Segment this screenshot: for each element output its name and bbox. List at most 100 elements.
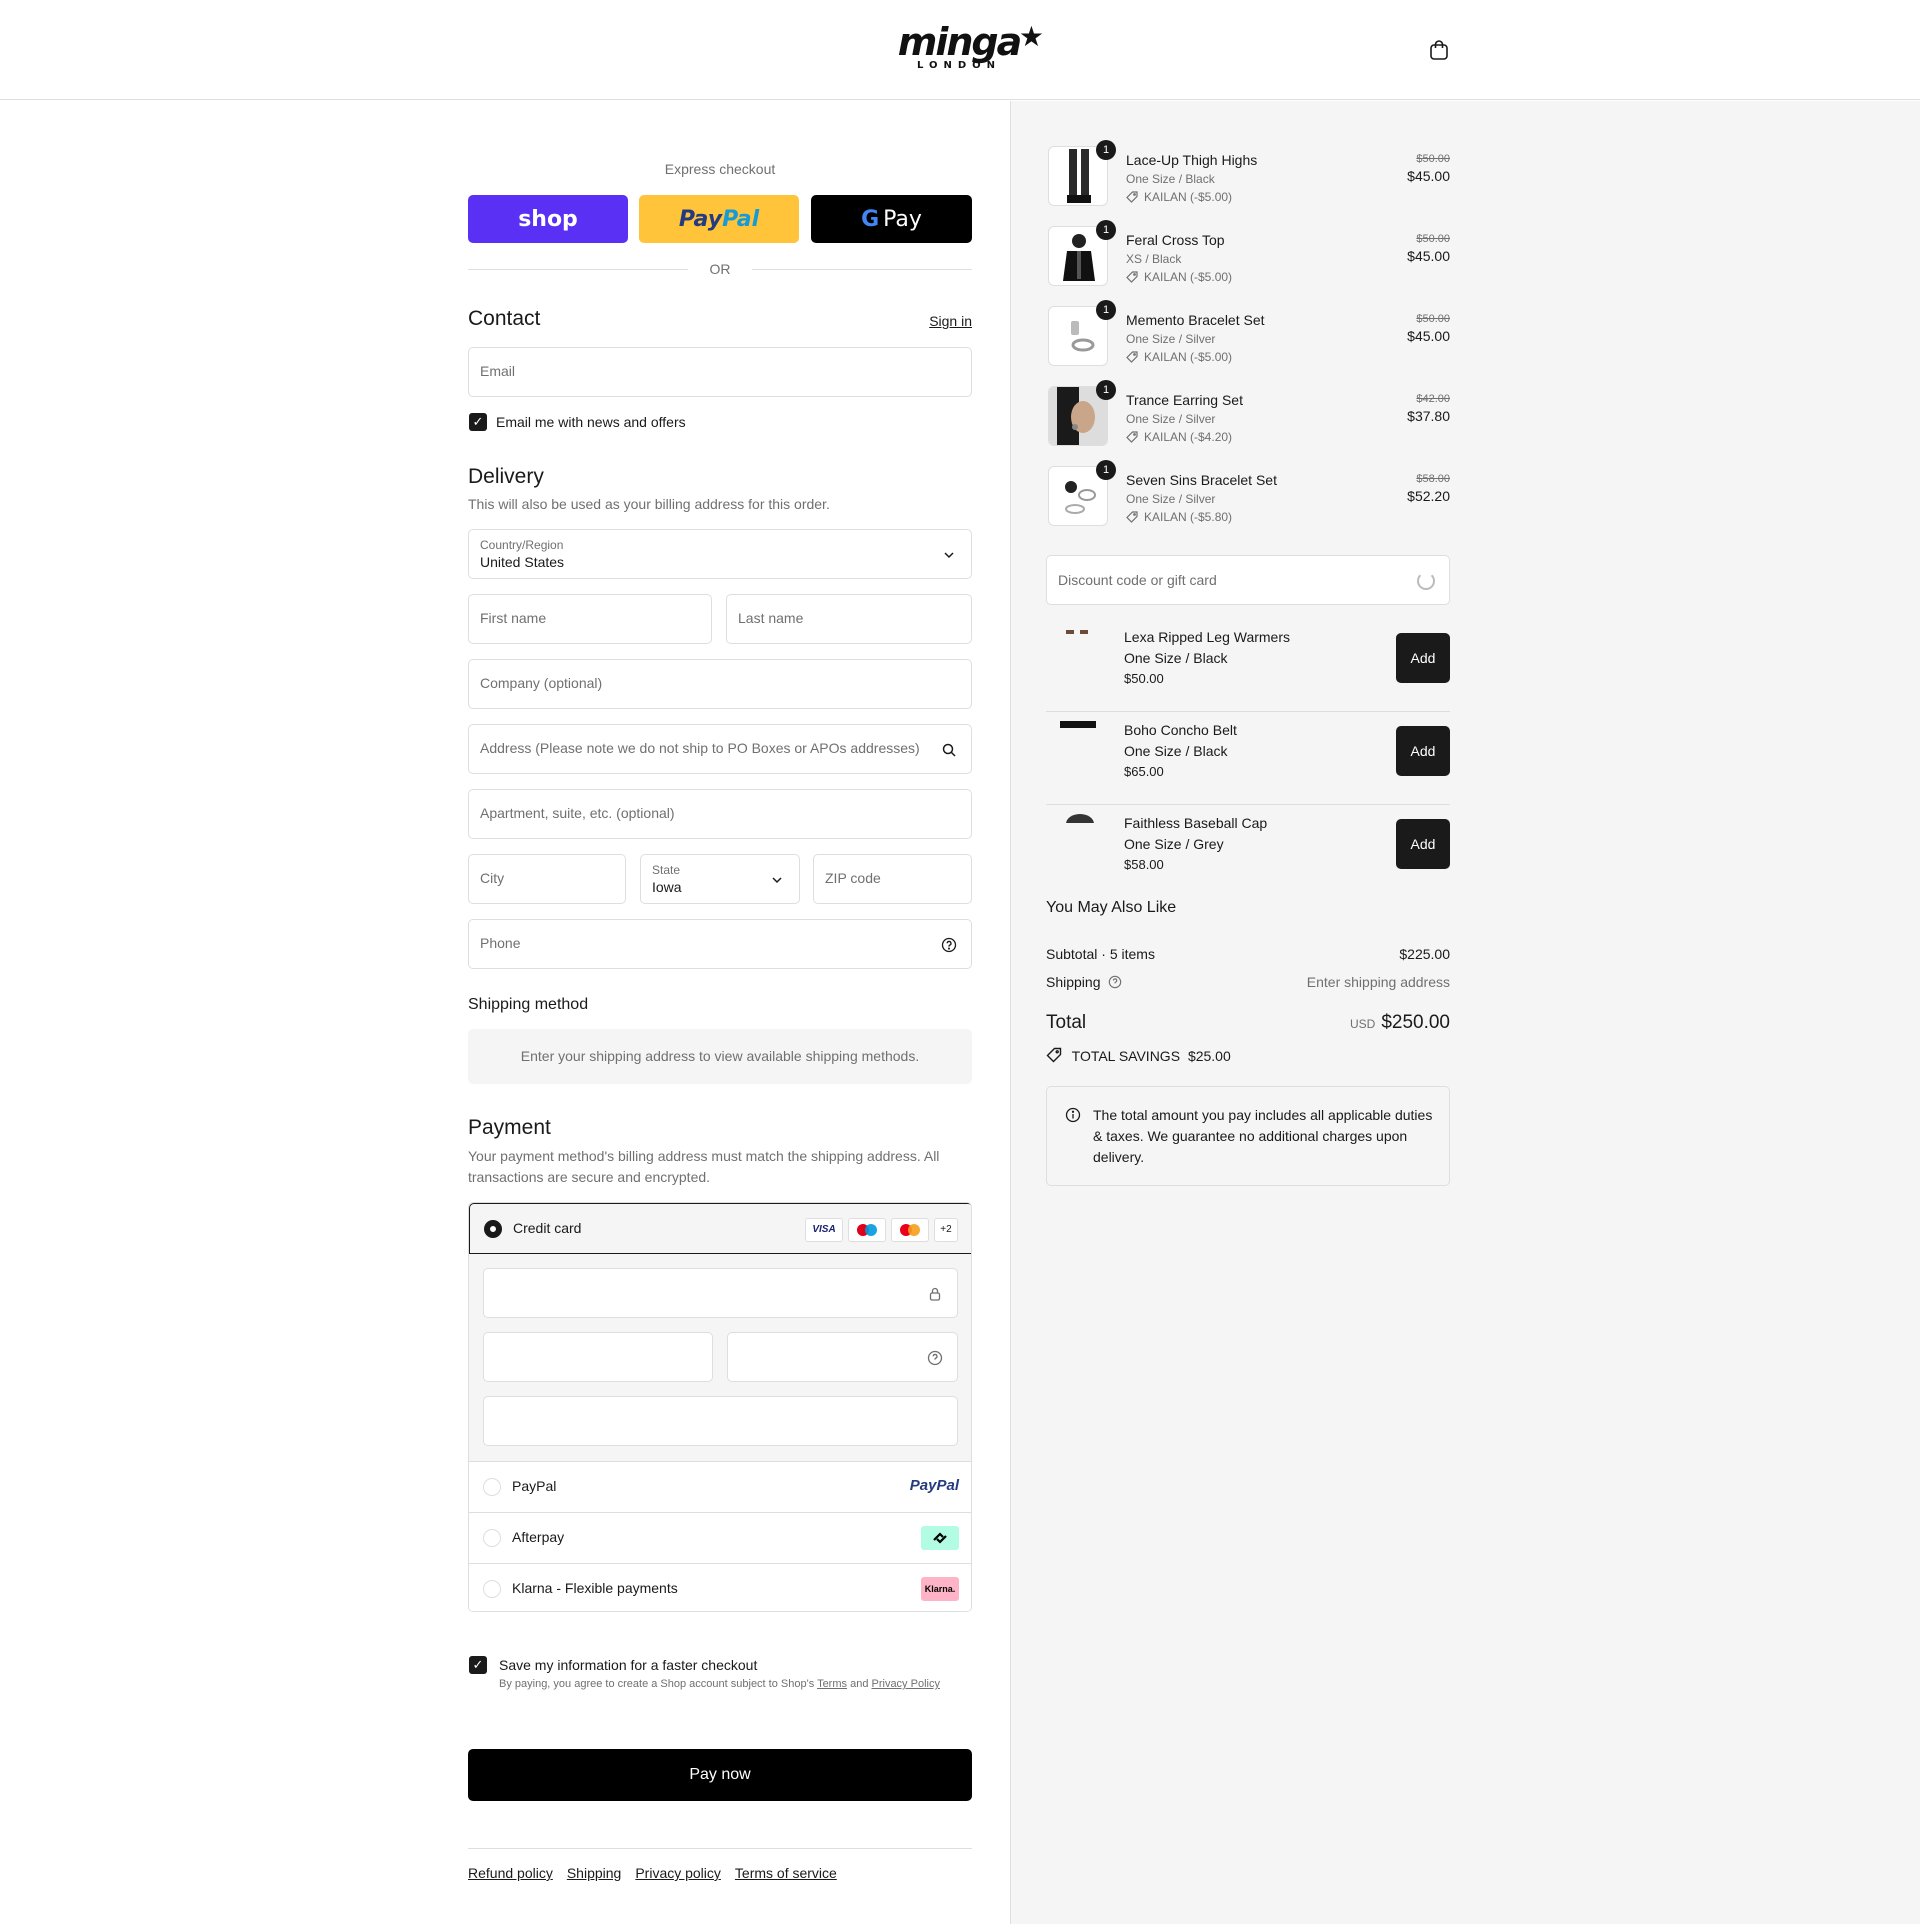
duties-notice-text: The total amount you pay includes all ap… xyxy=(1093,1107,1433,1165)
quantity-badge: 1 xyxy=(1096,380,1116,400)
discount-code: KAILAN (-$4.20) xyxy=(1144,430,1233,444)
upsell-price: $65.00 xyxy=(1124,764,1164,779)
cart-item: 1 Seven Sins Bracelet Set One Size / Sil… xyxy=(1046,460,1450,532)
save-info-checkbox[interactable]: ✓ xyxy=(469,1656,487,1674)
last-name-placeholder: Last name xyxy=(738,610,804,626)
paypal-radio[interactable] xyxy=(483,1478,501,1496)
terms-link[interactable]: Terms xyxy=(817,1678,847,1690)
item-name: Memento Bracelet Set xyxy=(1126,312,1265,328)
paypal-option[interactable]: PayPal PayPal xyxy=(469,1462,971,1513)
company-field[interactable]: Company (optional) xyxy=(468,659,972,709)
contact-heading: Contact xyxy=(468,307,541,330)
upsell-name: Faithless Baseball Cap xyxy=(1124,815,1268,831)
item-discount: KAILAN (-$5.00) xyxy=(1126,350,1232,364)
afterpay-radio[interactable] xyxy=(483,1529,501,1547)
credit-card-form xyxy=(469,1254,971,1462)
sign-in-link[interactable]: Sign in xyxy=(929,313,972,329)
terms-of-service-link[interactable]: Terms of service xyxy=(735,1865,837,1881)
item-price: $45.00 xyxy=(1407,248,1450,264)
footer-links: Refund policy Shipping Privacy policy Terms… xyxy=(468,1865,851,1881)
you-may-also-like-heading: You May Also Like xyxy=(1046,899,1177,916)
zip-field[interactable]: ZIP code xyxy=(813,854,972,904)
newsletter-checkbox[interactable]: ✓ xyxy=(469,413,487,431)
item-price: $37.80 xyxy=(1407,408,1450,424)
help-circle-icon[interactable] xyxy=(1108,975,1122,989)
pay-now-button[interactable]: Pay now xyxy=(468,1749,972,1801)
country-select[interactable]: Country/Region United States xyxy=(468,529,972,579)
upsell-item: Faithless Baseball Cap One Size / Grey $… xyxy=(1046,805,1450,898)
shopping-bag-icon[interactable] xyxy=(1427,38,1451,62)
first-name-field[interactable]: First name xyxy=(468,594,712,644)
item-price: $45.00 xyxy=(1407,168,1450,184)
delivery-heading: Delivery xyxy=(468,465,544,488)
klarna-option[interactable]: Klarna - Flexible payments Klarna. xyxy=(469,1564,971,1611)
upsell-price: $58.00 xyxy=(1124,857,1164,872)
mastercard-icon xyxy=(891,1218,929,1242)
upsell-thumbnail xyxy=(1054,625,1102,637)
upsell-name: Boho Concho Belt xyxy=(1124,722,1237,738)
refund-policy-link[interactable]: Refund policy xyxy=(468,1865,553,1881)
email-placeholder: Email xyxy=(480,363,516,379)
tag-icon xyxy=(1126,431,1138,443)
maestro-icon xyxy=(848,1218,886,1242)
discount-placeholder: Discount code or gift card xyxy=(1058,572,1217,588)
total-currency: USD xyxy=(1349,1017,1376,1031)
klarna-label: Klarna - Flexible payments xyxy=(512,1580,678,1596)
upsell-item: Boho Concho Belt One Size / Black $65.00… xyxy=(1046,712,1450,805)
original-price: $42.00 xyxy=(1416,393,1450,405)
upsell-price: $50.00 xyxy=(1124,671,1164,686)
name-on-card-field[interactable] xyxy=(483,1396,958,1446)
add-upsell-button[interactable]: Add xyxy=(1396,819,1450,869)
footer-divider xyxy=(468,1848,972,1849)
item-discount: KAILAN (-$4.20) xyxy=(1126,430,1232,444)
state-select[interactable]: State Iowa xyxy=(640,854,800,904)
add-upsell-button[interactable]: Add xyxy=(1396,633,1450,683)
apartment-field[interactable]: Apartment, suite, etc. (optional) xyxy=(468,789,972,839)
payment-subtitle-line2: transactions are secure and encrypted. xyxy=(468,1169,711,1185)
discount-code-field[interactable]: Discount code or gift card xyxy=(1046,555,1450,605)
afterpay-label: Afterpay xyxy=(512,1529,565,1545)
add-upsell-button[interactable]: Add xyxy=(1396,726,1450,776)
discount-code: KAILAN (-$5.00) xyxy=(1144,350,1233,364)
upsell-variant: One Size / Black xyxy=(1124,650,1228,666)
paypal-express-button[interactable]: Pay Pal xyxy=(639,195,799,243)
visa-icon: VISA xyxy=(805,1218,843,1242)
credit-card-option[interactable]: Credit card VISA +2 xyxy=(469,1203,971,1254)
afterpay-option[interactable]: Afterpay xyxy=(469,1513,971,1564)
privacy-policy-link[interactable]: Privacy Policy xyxy=(872,1678,940,1690)
city-placeholder: City xyxy=(480,870,505,886)
google-pay-button[interactable]: G Pay xyxy=(811,195,972,243)
email-field[interactable]: Email xyxy=(468,347,972,397)
quantity-badge: 1 xyxy=(1096,220,1116,240)
city-field[interactable]: City xyxy=(468,854,626,904)
help-circle-icon[interactable] xyxy=(927,1350,943,1366)
state-label: State xyxy=(652,863,681,877)
tag-icon xyxy=(1126,271,1138,283)
shipping-label: Shipping xyxy=(1046,974,1101,990)
credit-card-radio[interactable] xyxy=(484,1220,502,1238)
address-field[interactable]: Address (Please note we do not ship to P… xyxy=(468,724,972,774)
cart-item: 1 Trance Earring Set One Size / Silver K… xyxy=(1046,380,1450,452)
duties-notice: The total amount you pay includes all ap… xyxy=(1046,1086,1450,1186)
last-name-field[interactable]: Last name xyxy=(726,594,972,644)
address-placeholder: Address (Please note we do not ship to P… xyxy=(480,740,920,756)
item-name: Seven Sins Bracelet Set xyxy=(1126,472,1277,488)
privacy-policy-footer-link[interactable]: Privacy policy xyxy=(635,1865,721,1881)
subtotal-row: Subtotal · 5 items $225.00 xyxy=(1046,946,1450,962)
card-number-field[interactable] xyxy=(483,1268,958,1318)
upsell-variant: One Size / Grey xyxy=(1124,836,1224,852)
card-expiry-field[interactable] xyxy=(483,1332,713,1382)
paypal-label-pay: Pay xyxy=(678,206,723,232)
card-cvv-field[interactable] xyxy=(727,1332,958,1382)
paypal-label-pal: Pal xyxy=(722,206,760,232)
phone-field[interactable]: Phone xyxy=(468,919,972,969)
shop-pay-button[interactable]: shop xyxy=(468,195,628,243)
item-name: Feral Cross Top xyxy=(1126,232,1225,248)
discount-code: KAILAN (-$5.00) xyxy=(1144,270,1233,284)
klarna-radio[interactable] xyxy=(483,1580,501,1598)
company-placeholder: Company (optional) xyxy=(480,675,603,691)
brand-logo[interactable]: minga LONDON ★ xyxy=(874,21,1044,78)
help-circle-icon[interactable] xyxy=(941,937,957,953)
shipping-policy-link[interactable]: Shipping xyxy=(567,1865,622,1881)
savings-label: TOTAL SAVINGS xyxy=(1071,1048,1181,1064)
